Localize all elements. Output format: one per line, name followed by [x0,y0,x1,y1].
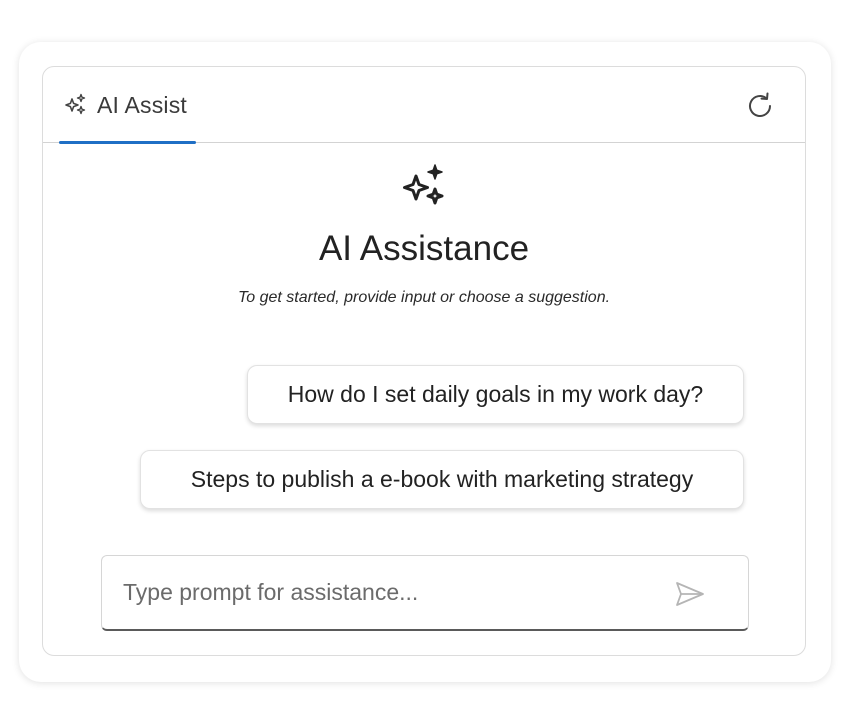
tab-ai-assist[interactable]: AI Assist [59,67,196,144]
page-title: AI Assistance [318,229,530,268]
suggestion-button-daily-goals[interactable]: How do I set daily goals in my work day? [247,365,744,424]
prompt-input[interactable] [102,556,662,628]
prompt-box [101,555,749,631]
send-icon [675,581,705,607]
active-tab-indicator [59,141,196,144]
send-button[interactable] [674,578,706,610]
ai-assist-panel: AI Assist AI Assistance To get started, … [42,66,806,656]
refresh-icon [744,90,776,122]
sparkle-icon [63,92,89,118]
tab-label: AI Assist [97,91,187,118]
refresh-button[interactable] [743,89,777,123]
panel-header: AI Assist [43,67,805,144]
suggestion-button-publish-ebook[interactable]: Steps to publish a e-book with marketing… [140,450,744,509]
hero-sparkle-icon [399,163,449,213]
page-subtitle: To get started, provide input or choose … [237,289,611,306]
